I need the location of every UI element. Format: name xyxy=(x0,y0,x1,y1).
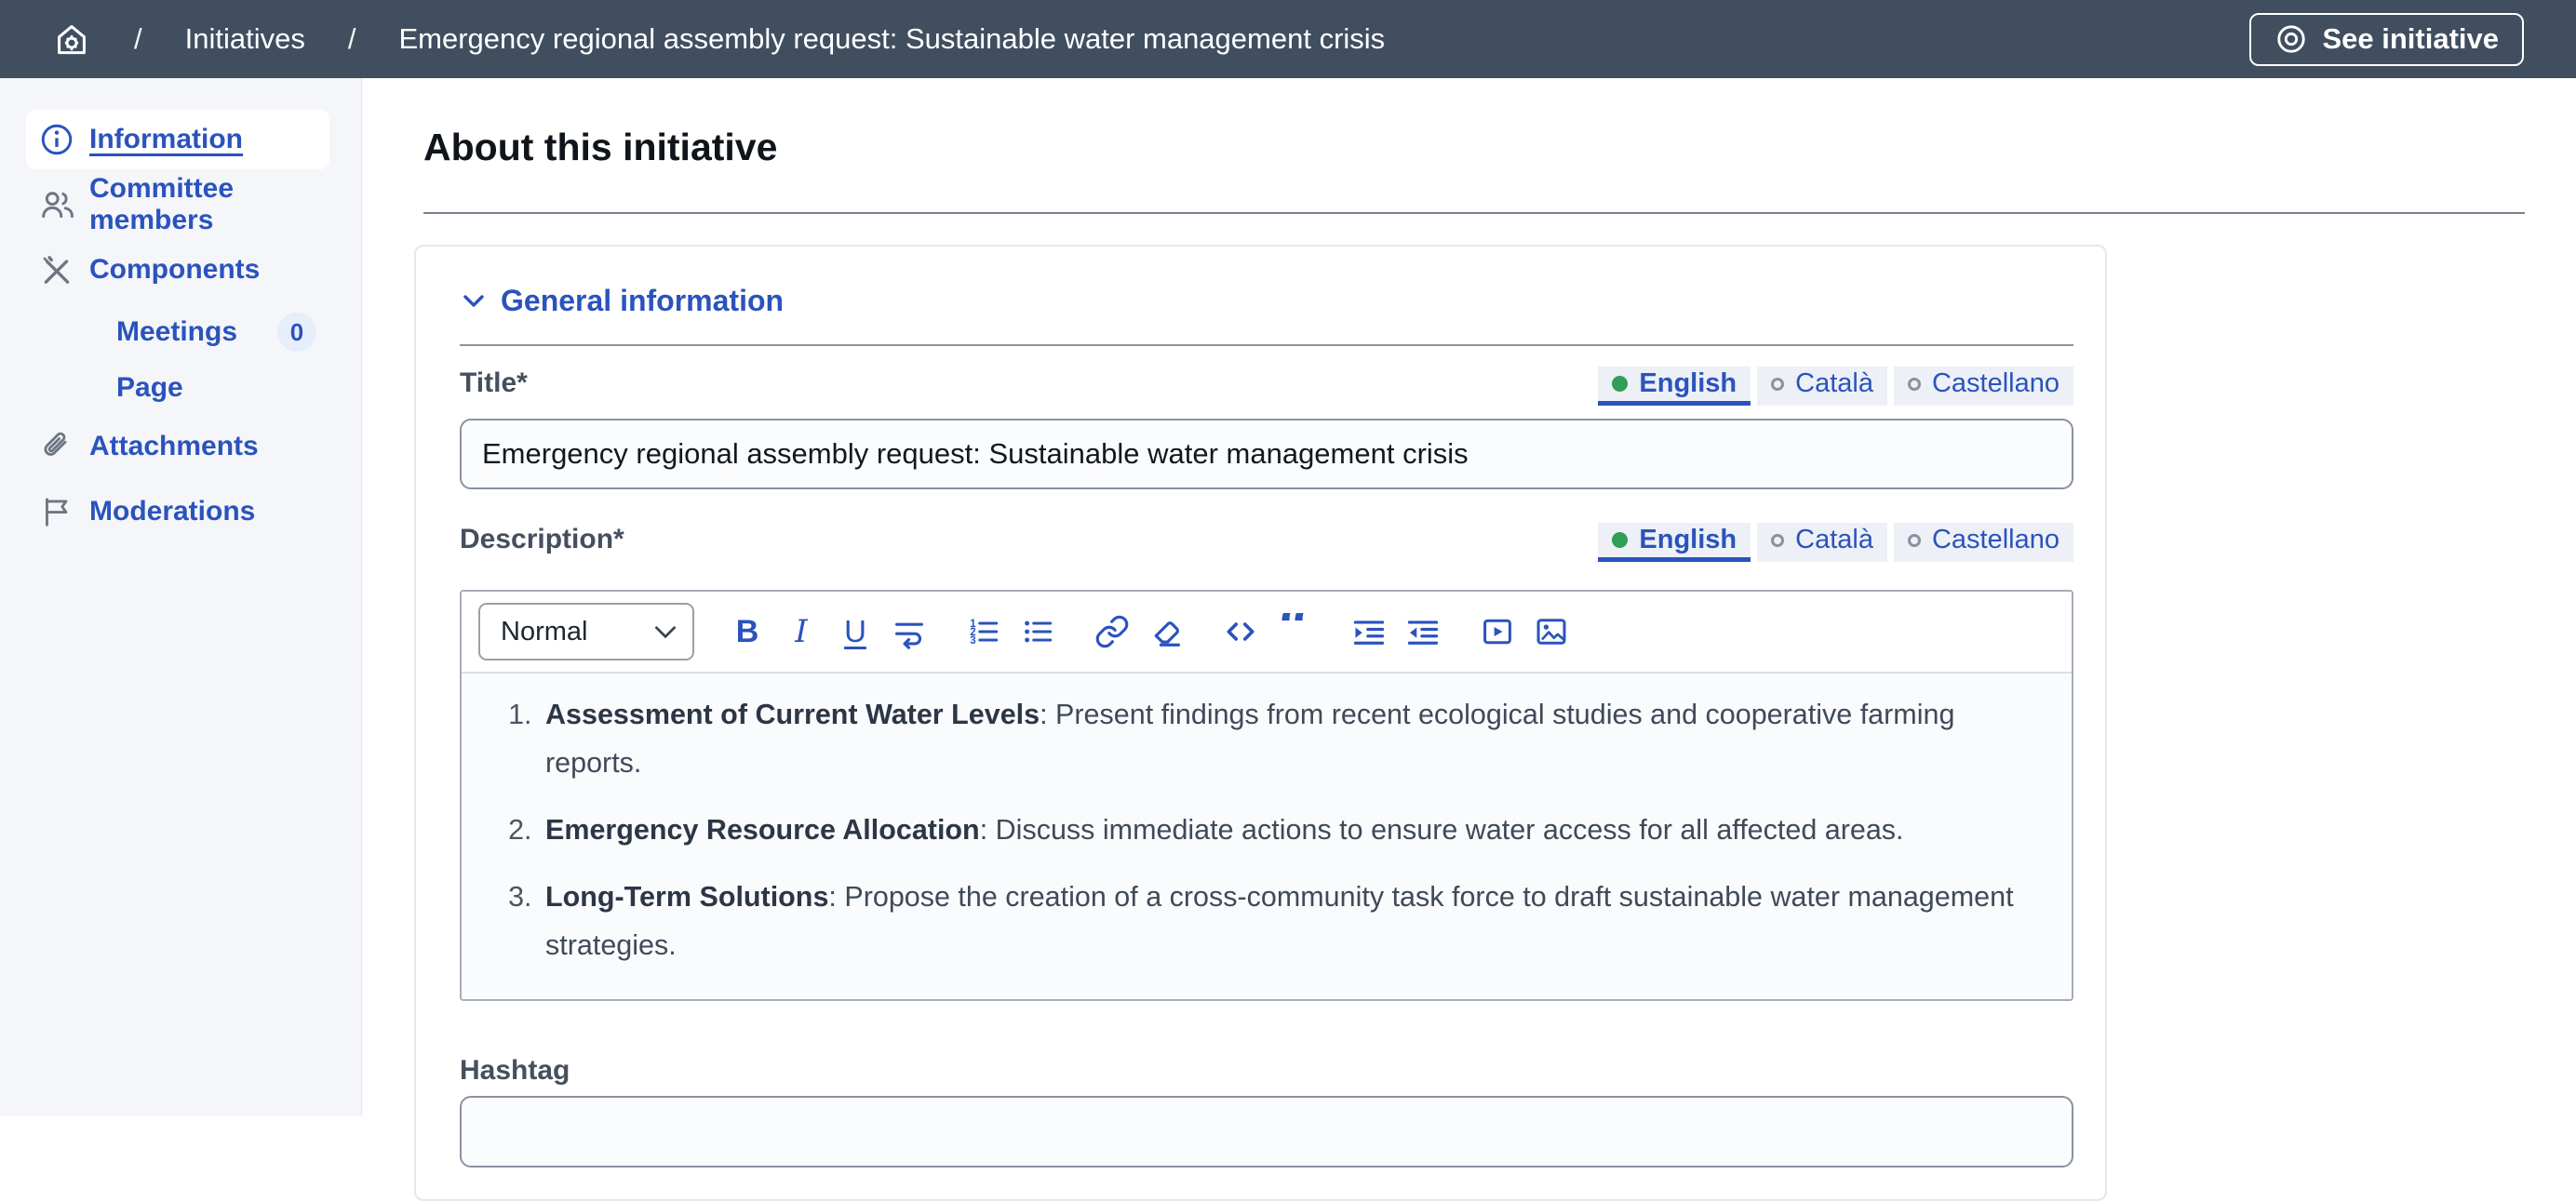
sidebar-item-label: Components xyxy=(89,254,260,286)
indent-decrease-icon[interactable] xyxy=(1396,605,1450,659)
description-label: Description* xyxy=(460,524,624,562)
title-input[interactable] xyxy=(460,419,2073,489)
tab-english[interactable]: English xyxy=(1598,367,1751,406)
tab-label: Català xyxy=(1795,525,1873,555)
tab-catala[interactable]: Català xyxy=(1757,367,1887,406)
tab-english[interactable]: English xyxy=(1598,523,1751,562)
italic-icon[interactable]: I xyxy=(774,605,828,659)
unordered-list-icon[interactable] xyxy=(1011,605,1065,659)
sidebar-item-label: Meetings xyxy=(116,316,237,348)
see-initiative-button[interactable]: See initiative xyxy=(2249,13,2524,66)
editor-ordered-list: Assessment of Current Water Levels: Pres… xyxy=(462,690,2044,969)
paperclip-icon xyxy=(39,429,74,464)
list-item: Assessment of Current Water Levels: Pres… xyxy=(540,690,2044,787)
info-icon xyxy=(39,122,74,157)
translated-dot-icon xyxy=(1612,376,1628,392)
chevron-down-icon xyxy=(460,287,488,315)
sidebar-item-label: Moderations xyxy=(89,496,255,527)
text-wrap-icon[interactable] xyxy=(882,605,936,659)
tab-castellano[interactable]: Castellano xyxy=(1894,523,2073,562)
tab-label: Castellano xyxy=(1932,525,2059,555)
paragraph-style-select[interactable]: Normal xyxy=(478,603,694,661)
tab-label: Català xyxy=(1795,368,1873,399)
general-information-card: General information Title* English Catal… xyxy=(414,245,2107,1201)
translated-dot-icon xyxy=(1612,532,1628,548)
list-item: Emergency Resource Allocation: Discuss i… xyxy=(540,806,2044,854)
list-item: Long-Term Solutions: Propose the creatio… xyxy=(540,873,2044,969)
title-divider xyxy=(423,212,2525,214)
editor-toolbar: Normal B I U xyxy=(462,592,2072,674)
sidebar: Information Committee members xyxy=(0,78,362,1116)
eye-icon xyxy=(2274,22,2308,56)
home-gear-icon[interactable] xyxy=(52,20,91,59)
untranslated-circle-icon xyxy=(1908,378,1921,391)
untranslated-circle-icon xyxy=(1771,534,1784,547)
ordered-list-icon[interactable]: 1 2 3 xyxy=(957,605,1011,659)
video-icon[interactable] xyxy=(1470,605,1524,659)
page-title: About this initiative xyxy=(423,125,2525,169)
untranslated-circle-icon xyxy=(1771,378,1784,391)
description-field-row: Description* English Català Castellano xyxy=(460,523,2073,562)
breadcrumb-separator: / xyxy=(348,22,356,56)
tab-label: Castellano xyxy=(1932,368,2059,399)
tab-catala[interactable]: Català xyxy=(1757,523,1887,562)
underline-icon[interactable]: U xyxy=(828,605,882,659)
title-language-tabs: English Català Castellano xyxy=(1591,367,2073,406)
description-rich-text-editor: Normal B I U xyxy=(460,590,2073,1001)
sidebar-item-page[interactable]: Page xyxy=(26,361,329,415)
hashtag-input[interactable] xyxy=(460,1096,2073,1168)
see-initiative-label: See initiative xyxy=(2322,22,2499,56)
sidebar-item-components[interactable]: Components xyxy=(26,240,329,300)
paragraph-style-value: Normal xyxy=(501,617,587,647)
description-language-tabs: English Català Castellano xyxy=(1591,523,2073,562)
sidebar-item-meetings[interactable]: Meetings 0 xyxy=(26,305,329,359)
eraser-icon[interactable] xyxy=(1139,605,1193,659)
sidebar-item-label: Committee members xyxy=(89,173,316,236)
title-field-row: Title* English Català Castellano xyxy=(460,367,2073,406)
sidebar-item-attachments[interactable]: Attachments xyxy=(26,417,329,476)
sidebar-item-label: Page xyxy=(116,372,183,404)
tab-label: English xyxy=(1639,368,1737,399)
code-view-icon[interactable] xyxy=(1214,605,1268,659)
bold-icon[interactable]: B xyxy=(720,605,774,659)
sidebar-item-label: Information xyxy=(89,124,243,155)
svg-text:3: 3 xyxy=(970,634,976,647)
quote-icon[interactable]: “ xyxy=(1268,605,1322,659)
section-title: General information xyxy=(501,284,784,318)
untranslated-circle-icon xyxy=(1908,534,1921,547)
sidebar-item-moderations[interactable]: Moderations xyxy=(26,482,329,541)
image-icon[interactable] xyxy=(1524,605,1578,659)
sidebar-item-committee-members[interactable]: Committee members xyxy=(26,175,329,234)
editor-content[interactable]: Assessment of Current Water Levels: Pres… xyxy=(462,674,2072,999)
tab-label: English xyxy=(1639,525,1737,555)
breadcrumb-initiatives-link[interactable]: Initiatives xyxy=(185,22,305,56)
title-label: Title* xyxy=(460,367,528,406)
link-icon[interactable] xyxy=(1085,605,1139,659)
hashtag-label: Hashtag xyxy=(460,1055,2073,1087)
breadcrumb-separator: / xyxy=(134,22,142,56)
chevron-down-icon xyxy=(655,626,676,638)
general-information-toggle[interactable]: General information xyxy=(460,284,784,318)
tools-icon xyxy=(39,252,74,287)
tab-castellano[interactable]: Castellano xyxy=(1894,367,2073,406)
sidebar-item-information[interactable]: Information xyxy=(26,110,329,169)
breadcrumb-current-page: Emergency regional assembly request: Sus… xyxy=(398,22,1385,56)
breadcrumb: / Initiatives / Emergency regional assem… xyxy=(52,20,2249,59)
meetings-count-badge: 0 xyxy=(277,313,316,352)
main-content: About this initiative General informatio… xyxy=(362,78,2576,1116)
sidebar-item-label: Attachments xyxy=(89,431,259,462)
section-divider xyxy=(460,344,2073,346)
indent-increase-icon[interactable] xyxy=(1342,605,1396,659)
flag-icon xyxy=(39,494,74,529)
users-icon xyxy=(39,187,74,222)
top-navigation-bar: / Initiatives / Emergency regional assem… xyxy=(0,0,2576,78)
